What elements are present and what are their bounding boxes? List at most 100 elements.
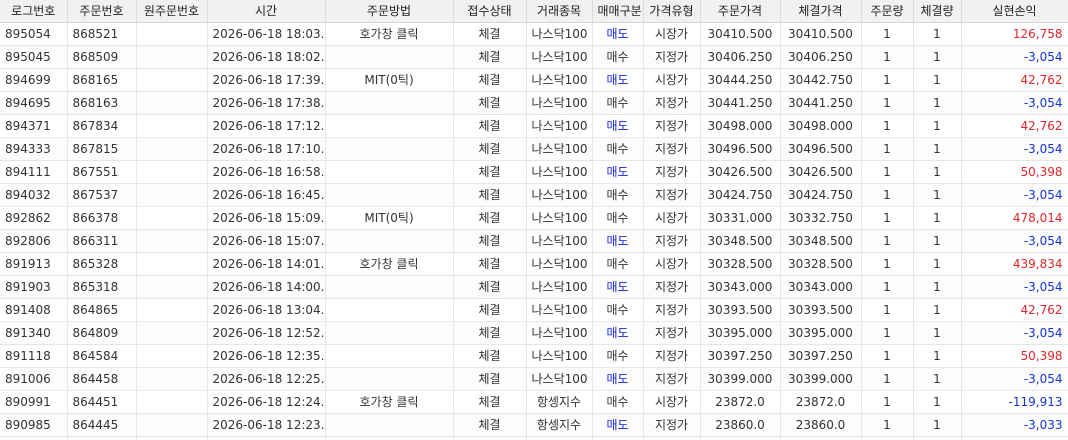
log-no-cell: 891006 [0, 367, 68, 391]
table-row[interactable]: 890985 864445 2026-06-18 12:23... 체결 항셍지수 매도 지… [0, 413, 1068, 437]
fill-price-cell: 30393.500 [780, 298, 862, 322]
table-row[interactable]: 891913 865328 2026-06-18 14:01... 호가창 클릭 체결 나… [0, 252, 1068, 276]
order-qty-cell: 1 [861, 160, 914, 184]
table-row[interactable]: 891408 864865 2026-06-18 13:04... 체결 나스닥100 매… [0, 298, 1068, 322]
price-type-cell: 지정가 [643, 183, 701, 207]
fill-price-cell: 30410.500 [780, 22, 862, 46]
order-qty-cell: 1 [861, 344, 914, 368]
table-row[interactable]: 895054 868521 2026-06-18 18:03... 호가창 클릭 체결 나… [0, 22, 1068, 46]
fill-price-cell: 30328.500 [780, 252, 862, 276]
empty-cell [861, 436, 914, 440]
table-row[interactable]: 894032 867537 2026-06-18 16:45... 체결 나스닥100 매… [0, 183, 1068, 207]
order-no-cell: 865318 [67, 275, 137, 299]
order-qty-cell: 1 [861, 413, 914, 437]
col-header-fill-qty[interactable]: 체결량 [913, 0, 962, 23]
price-type-cell: 시장가 [643, 252, 701, 276]
price-type-cell: 지정가 [643, 229, 701, 253]
order-qty-cell: 1 [861, 91, 914, 115]
time-cell: 2026-06-18 16:58... [207, 160, 326, 184]
order-method-cell [325, 91, 454, 115]
order-method-cell [325, 367, 454, 391]
order-qty-cell: 1 [861, 252, 914, 276]
log-no-cell: 892806 [0, 229, 68, 253]
log-no-cell: 894699 [0, 68, 68, 92]
order-qty-cell: 1 [861, 298, 914, 322]
time-cell: 2026-06-18 15:07... [207, 229, 326, 253]
side-cell: 매수 [592, 252, 644, 276]
col-header-log-no[interactable]: 로그번호 [0, 0, 68, 23]
col-header-fill-price[interactable]: 체결가격 [780, 0, 862, 23]
col-header-realized-pnl[interactable]: 실현손익 [961, 0, 1068, 23]
fill-price-cell: 30406.250 [780, 45, 862, 69]
table-row[interactable]: 891903 865318 2026-06-18 14:00... 체결 나스닥100 매… [0, 275, 1068, 299]
log-no-cell: 894371 [0, 114, 68, 138]
item-cell: 나스닥100 [526, 160, 593, 184]
table-row[interactable]: 894333 867815 2026-06-18 17:10... 체결 나스닥100 매… [0, 137, 1068, 161]
status-cell: 체결 [453, 321, 527, 345]
empty-cell [136, 436, 208, 440]
item-cell: 나스닥100 [526, 321, 593, 345]
fill-qty-cell: 1 [913, 206, 962, 230]
col-header-time[interactable]: 시간 [207, 0, 326, 23]
col-header-orig-order-no[interactable]: 원주문번호 [136, 0, 208, 23]
table-row[interactable]: 891118 864584 2026-06-18 12:35... 체결 나스닥100 매… [0, 344, 1068, 368]
log-no-cell: 890991 [0, 390, 68, 414]
order-price-cell: 30399.000 [700, 367, 781, 391]
orig-order-no-cell [136, 298, 208, 322]
status-cell: 체결 [453, 390, 527, 414]
table-row[interactable]: 892806 866311 2026-06-18 15:07... 체결 나스닥100 매… [0, 229, 1068, 253]
item-cell: 나스닥100 [526, 45, 593, 69]
fill-price-cell: 23872.0 [780, 390, 862, 414]
side-cell: 매수 [592, 344, 644, 368]
table-row[interactable]: 895045 868509 2026-06-18 18:02... 체결 나스닥100 매… [0, 45, 1068, 69]
order-no-cell: 864809 [67, 321, 137, 345]
log-no-cell: 890985 [0, 413, 68, 437]
table-row[interactable]: 891006 864458 2026-06-18 12:25... 체결 나스닥100 매… [0, 367, 1068, 391]
orig-order-no-cell [136, 413, 208, 437]
item-cell: 나스닥100 [526, 367, 593, 391]
order-method-cell [325, 298, 454, 322]
order-qty-cell: 1 [861, 275, 914, 299]
col-header-side[interactable]: 매매구분 [592, 0, 644, 23]
col-header-order-price[interactable]: 주문가격 [700, 0, 781, 23]
side-cell: 매도 [592, 160, 644, 184]
fill-qty-cell: 1 [913, 45, 962, 69]
order-no-cell: 864451 [67, 390, 137, 414]
side-cell: 매수 [592, 298, 644, 322]
table-row[interactable]: 891340 864809 2026-06-18 12:52... 체결 나스닥100 매… [0, 321, 1068, 345]
item-cell: 나스닥100 [526, 68, 593, 92]
side-cell: 매수 [592, 206, 644, 230]
orig-order-no-cell [136, 367, 208, 391]
table-row[interactable]: 894699 868165 2026-06-18 17:39... MIT(0틱) 체결… [0, 68, 1068, 92]
status-cell: 체결 [453, 275, 527, 299]
item-cell: 나스닥100 [526, 344, 593, 368]
order-qty-cell: 1 [861, 45, 914, 69]
order-no-cell: 864458 [67, 367, 137, 391]
side-cell: 매도 [592, 321, 644, 345]
col-header-status[interactable]: 접수상태 [453, 0, 527, 23]
col-header-price-type[interactable]: 가격유형 [643, 0, 701, 23]
table-row[interactable]: 894371 867834 2026-06-18 17:12... 체결 나스닥100 매… [0, 114, 1068, 138]
col-header-item[interactable]: 거래종목 [526, 0, 593, 23]
price-type-cell: 지정가 [643, 91, 701, 115]
col-header-order-method[interactable]: 주문방법 [325, 0, 454, 23]
side-cell: 매도 [592, 68, 644, 92]
table-row[interactable]: 894111 867551 2026-06-18 16:58... 체결 나스닥100 매… [0, 160, 1068, 184]
col-header-order-no[interactable]: 주문번호 [67, 0, 137, 23]
table-row-partial[interactable] [0, 436, 1068, 440]
log-no-cell: 895045 [0, 45, 68, 69]
col-header-order-qty[interactable]: 주문량 [861, 0, 914, 23]
price-type-cell: 시장가 [643, 390, 701, 414]
side-cell: 매도 [592, 22, 644, 46]
fill-price-cell: 30395.000 [780, 321, 862, 345]
orig-order-no-cell [136, 91, 208, 115]
table-row[interactable]: 890991 864451 2026-06-18 12:24... 호가창 클릭 체결 항… [0, 390, 1068, 414]
table-row[interactable]: 894695 868163 2026-06-18 17:38... 체결 나스닥100 매… [0, 91, 1068, 115]
price-type-cell: 시장가 [643, 68, 701, 92]
realized-pnl-cell: 126,758 [961, 22, 1068, 46]
realized-pnl-cell: 42,762 [961, 298, 1068, 322]
log-no-cell: 894032 [0, 183, 68, 207]
table-row[interactable]: 892862 866378 2026-06-18 15:09... MIT(0틱) 체결… [0, 206, 1068, 230]
order-no-cell: 868521 [67, 22, 137, 46]
empty-cell [780, 436, 862, 440]
